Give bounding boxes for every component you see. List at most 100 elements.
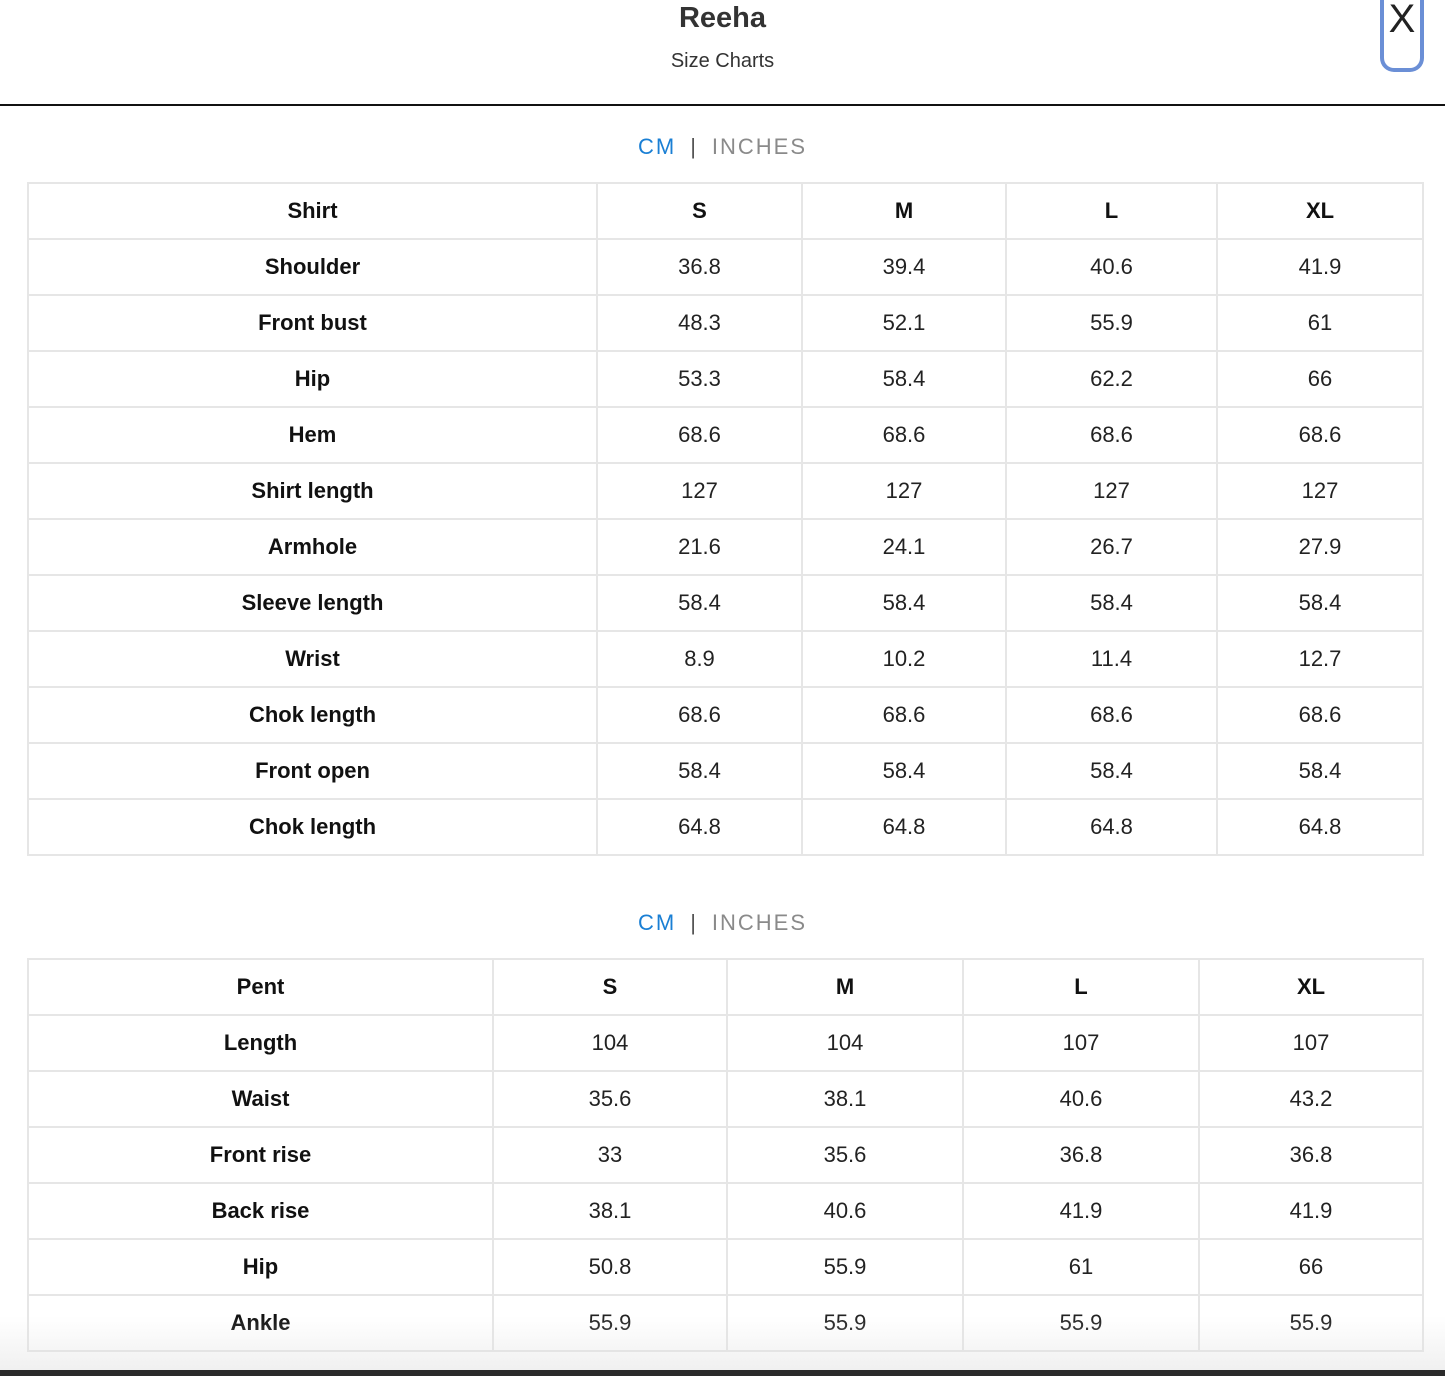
table-row: Sleeve length 58.4 58.4 58.4 58.4 <box>27 574 1424 632</box>
measurement-value: 58.4 <box>1005 574 1218 632</box>
measurement-value: 107 <box>1198 1014 1424 1072</box>
measurement-value: 55.9 <box>1005 294 1218 352</box>
measurement-label: Hip <box>27 350 598 408</box>
brand-title: Reeha <box>678 2 767 34</box>
measurement-value: 68.6 <box>596 406 803 464</box>
size-header: S <box>492 958 728 1016</box>
measurement-label: Armhole <box>27 518 598 576</box>
close-button[interactable]: X <box>1380 0 1424 72</box>
measurement-value: 39.4 <box>801 238 1007 296</box>
table-row: Front bust 48.3 52.1 55.9 61 <box>27 294 1424 352</box>
modal-header: Reeha Size Charts X <box>0 0 1445 106</box>
measurement-label: Front bust <box>27 294 598 352</box>
measurement-value: 58.4 <box>801 350 1007 408</box>
table-row: Waist 35.6 38.1 40.6 43.2 <box>27 1070 1424 1128</box>
unit-inches-tab[interactable]: INCHES <box>712 134 807 159</box>
table-row: Shoulder 36.8 39.4 40.6 41.9 <box>27 238 1424 296</box>
measurement-value: 50.8 <box>492 1238 728 1296</box>
measurement-value: 64.8 <box>596 798 803 856</box>
measurement-value: 64.8 <box>1005 798 1218 856</box>
measurement-value: 48.3 <box>596 294 803 352</box>
size-header: M <box>801 182 1007 240</box>
measurement-value: 58.4 <box>1005 742 1218 800</box>
measurement-value: 58.4 <box>596 742 803 800</box>
table-row: Hem 68.6 68.6 68.6 68.6 <box>27 406 1424 464</box>
shirt-size-table: Shirt S M L XL Shoulder 36.8 39.4 40.6 41.9 Front… <box>27 182 1424 856</box>
measurement-label: Chok length <box>27 686 598 744</box>
measurement-value: 12.7 <box>1216 630 1424 688</box>
measurement-label: Length <box>27 1014 494 1072</box>
unit-separator: | <box>690 134 698 159</box>
measurement-value: 40.6 <box>726 1182 964 1240</box>
table-row: Wrist 8.9 10.2 11.4 12.7 <box>27 630 1424 688</box>
measurement-value: 68.6 <box>1216 686 1424 744</box>
table-row: Armhole 21.6 24.1 26.7 27.9 <box>27 518 1424 576</box>
unit-inches-tab[interactable]: INCHES <box>712 910 807 935</box>
measurement-value: 35.6 <box>492 1070 728 1128</box>
size-header: M <box>726 958 964 1016</box>
measurement-value: 55.9 <box>726 1238 964 1296</box>
measurement-value: 27.9 <box>1216 518 1424 576</box>
size-header: L <box>962 958 1200 1016</box>
measurement-value: 68.6 <box>1005 686 1218 744</box>
measurement-value: 127 <box>596 462 803 520</box>
table-row: Front rise 33 35.6 36.8 36.8 <box>27 1126 1424 1184</box>
measurement-value: 58.4 <box>596 574 803 632</box>
size-header: L <box>1005 182 1218 240</box>
measurement-value: 8.9 <box>596 630 803 688</box>
table-row: Back rise 38.1 40.6 41.9 41.9 <box>27 1182 1424 1240</box>
measurement-value: 62.2 <box>1005 350 1218 408</box>
measurement-value: 33 <box>492 1126 728 1184</box>
measurement-value: 68.6 <box>596 686 803 744</box>
measurement-value: 58.4 <box>1216 574 1424 632</box>
measurement-value: 55.9 <box>962 1294 1200 1352</box>
unit-cm-tab[interactable]: CM <box>638 134 676 159</box>
measurement-value: 58.4 <box>801 574 1007 632</box>
measurement-value: 68.6 <box>801 686 1007 744</box>
measurement-value: 55.9 <box>1198 1294 1424 1352</box>
measurement-value: 38.1 <box>492 1182 728 1240</box>
table-row: Chok length 68.6 68.6 68.6 68.6 <box>27 686 1424 744</box>
unit-separator: | <box>690 910 698 935</box>
measurement-value: 61 <box>962 1238 1200 1296</box>
table-title-header: Pent <box>27 958 494 1016</box>
size-header: XL <box>1216 182 1424 240</box>
measurement-value: 52.1 <box>801 294 1007 352</box>
measurement-label: Hip <box>27 1238 494 1296</box>
unit-toggle-pent: CM | INCHES <box>0 910 1445 936</box>
measurement-label: Shoulder <box>27 238 598 296</box>
measurement-value: 24.1 <box>801 518 1007 576</box>
measurement-value: 104 <box>492 1014 728 1072</box>
measurement-value: 127 <box>801 462 1007 520</box>
measurement-value: 40.6 <box>962 1070 1200 1128</box>
measurement-label: Shirt length <box>27 462 598 520</box>
measurement-value: 68.6 <box>801 406 1007 464</box>
measurement-value: 68.6 <box>1216 406 1424 464</box>
measurement-value: 58.4 <box>1216 742 1424 800</box>
bottom-edge <box>0 1370 1445 1376</box>
measurement-value: 55.9 <box>726 1294 964 1352</box>
table-row: Ankle 55.9 55.9 55.9 55.9 <box>27 1294 1424 1352</box>
size-header: S <box>596 182 803 240</box>
measurement-value: 64.8 <box>801 798 1007 856</box>
table-row: Hip 50.8 55.9 61 66 <box>27 1238 1424 1296</box>
measurement-value: 43.2 <box>1198 1070 1424 1128</box>
measurement-value: 21.6 <box>596 518 803 576</box>
measurement-value: 64.8 <box>1216 798 1424 856</box>
measurement-value: 127 <box>1005 462 1218 520</box>
measurement-label: Chok length <box>27 798 598 856</box>
measurement-value: 41.9 <box>962 1182 1200 1240</box>
table-row: Shirt length 127 127 127 127 <box>27 462 1424 520</box>
unit-cm-tab[interactable]: CM <box>638 910 676 935</box>
measurement-value: 61 <box>1216 294 1424 352</box>
measurement-value: 53.3 <box>596 350 803 408</box>
measurement-value: 68.6 <box>1005 406 1218 464</box>
measurement-value: 107 <box>962 1014 1200 1072</box>
table-header-row: Shirt S M L XL <box>27 182 1424 240</box>
measurement-value: 41.9 <box>1216 238 1424 296</box>
measurement-value: 40.6 <box>1005 238 1218 296</box>
table-row: Length 104 104 107 107 <box>27 1014 1424 1072</box>
table-row: Hip 53.3 58.4 62.2 66 <box>27 350 1424 408</box>
measurement-label: Waist <box>27 1070 494 1128</box>
measurement-value: 127 <box>1216 462 1424 520</box>
